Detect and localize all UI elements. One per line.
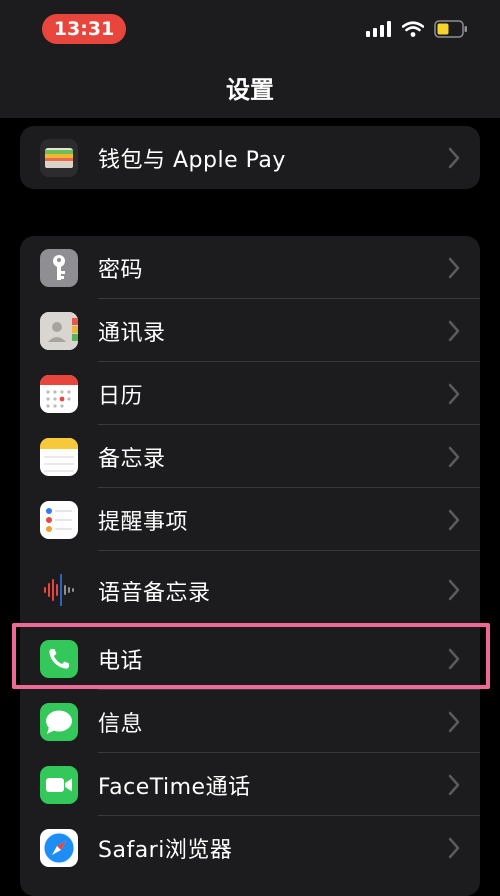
apps-group: 密码 通讯录 日历 备忘录 提醒事项 语音备忘录 电话 信息 FaceTime通… [20, 236, 480, 896]
settings-row-label: 信息 [98, 711, 144, 737]
status-time[interactable]: 13:31 [42, 14, 126, 44]
phone-icon [40, 640, 78, 678]
settings-row-passwords[interactable]: 密码 [20, 236, 480, 299]
cellular-signal-icon [366, 21, 391, 37]
calendar-icon [40, 375, 78, 413]
settings-row-notes[interactable]: 备忘录 [20, 425, 480, 488]
wallet-icon [40, 139, 78, 177]
page-title: 设置 [226, 76, 274, 104]
settings-row-label: 备忘录 [98, 446, 166, 472]
settings-row-label: 提醒事项 [98, 509, 189, 535]
settings-row-facetime[interactable]: FaceTime通话 [20, 753, 480, 816]
settings-row-contacts[interactable]: 通讯录 [20, 299, 480, 362]
voice-memos-icon [40, 571, 78, 609]
settings-row-label: 通讯录 [98, 320, 166, 346]
settings-row-voice-memos[interactable]: 语音备忘录 [20, 551, 480, 627]
reminders-icon [40, 501, 78, 539]
settings-row-label: 钱包与 Apple Pay [98, 147, 286, 173]
safari-icon [40, 829, 78, 867]
navigation-bar: 设置 [0, 56, 500, 118]
status-bar: 13:31 [0, 0, 500, 56]
notes-icon [40, 438, 78, 476]
chevron-right-icon [448, 320, 460, 342]
status-icons [366, 20, 468, 38]
chevron-right-icon [448, 147, 460, 169]
chevron-right-icon [448, 383, 460, 405]
chevron-right-icon [448, 774, 460, 796]
settings-row-label: 语音备忘录 [98, 581, 211, 606]
settings-row-label: FaceTime通话 [98, 774, 251, 800]
messages-icon [40, 703, 78, 741]
settings-row-calendar[interactable]: 日历 [20, 362, 480, 425]
chevron-right-icon [448, 648, 460, 670]
settings-row-label: 密码 [98, 257, 144, 283]
facetime-icon [40, 766, 78, 804]
settings-row-safari[interactable]: Safari浏览器 [20, 816, 480, 879]
contacts-icon [40, 312, 78, 350]
chevron-right-icon [448, 509, 460, 531]
settings-row-phone[interactable]: 电话 [20, 627, 480, 690]
key-icon [40, 249, 78, 287]
chevron-right-icon [448, 837, 460, 859]
settings-row-messages[interactable]: 信息 [20, 690, 480, 753]
settings-row-wallet[interactable]: 钱包与 Apple Pay [20, 126, 480, 189]
chevron-right-icon [448, 579, 460, 601]
chevron-right-icon [448, 711, 460, 733]
battery-icon [434, 20, 467, 38]
chevron-right-icon [448, 446, 460, 468]
settings-row-reminders[interactable]: 提醒事项 [20, 488, 480, 551]
settings-row-label: 日历 [98, 383, 144, 409]
chevron-right-icon [448, 257, 460, 279]
settings-row-label: 电话 [98, 648, 144, 674]
wifi-icon [402, 21, 424, 37]
settings-row-label: Safari浏览器 [98, 837, 233, 863]
wallet-group: 钱包与 Apple Pay [20, 126, 480, 189]
